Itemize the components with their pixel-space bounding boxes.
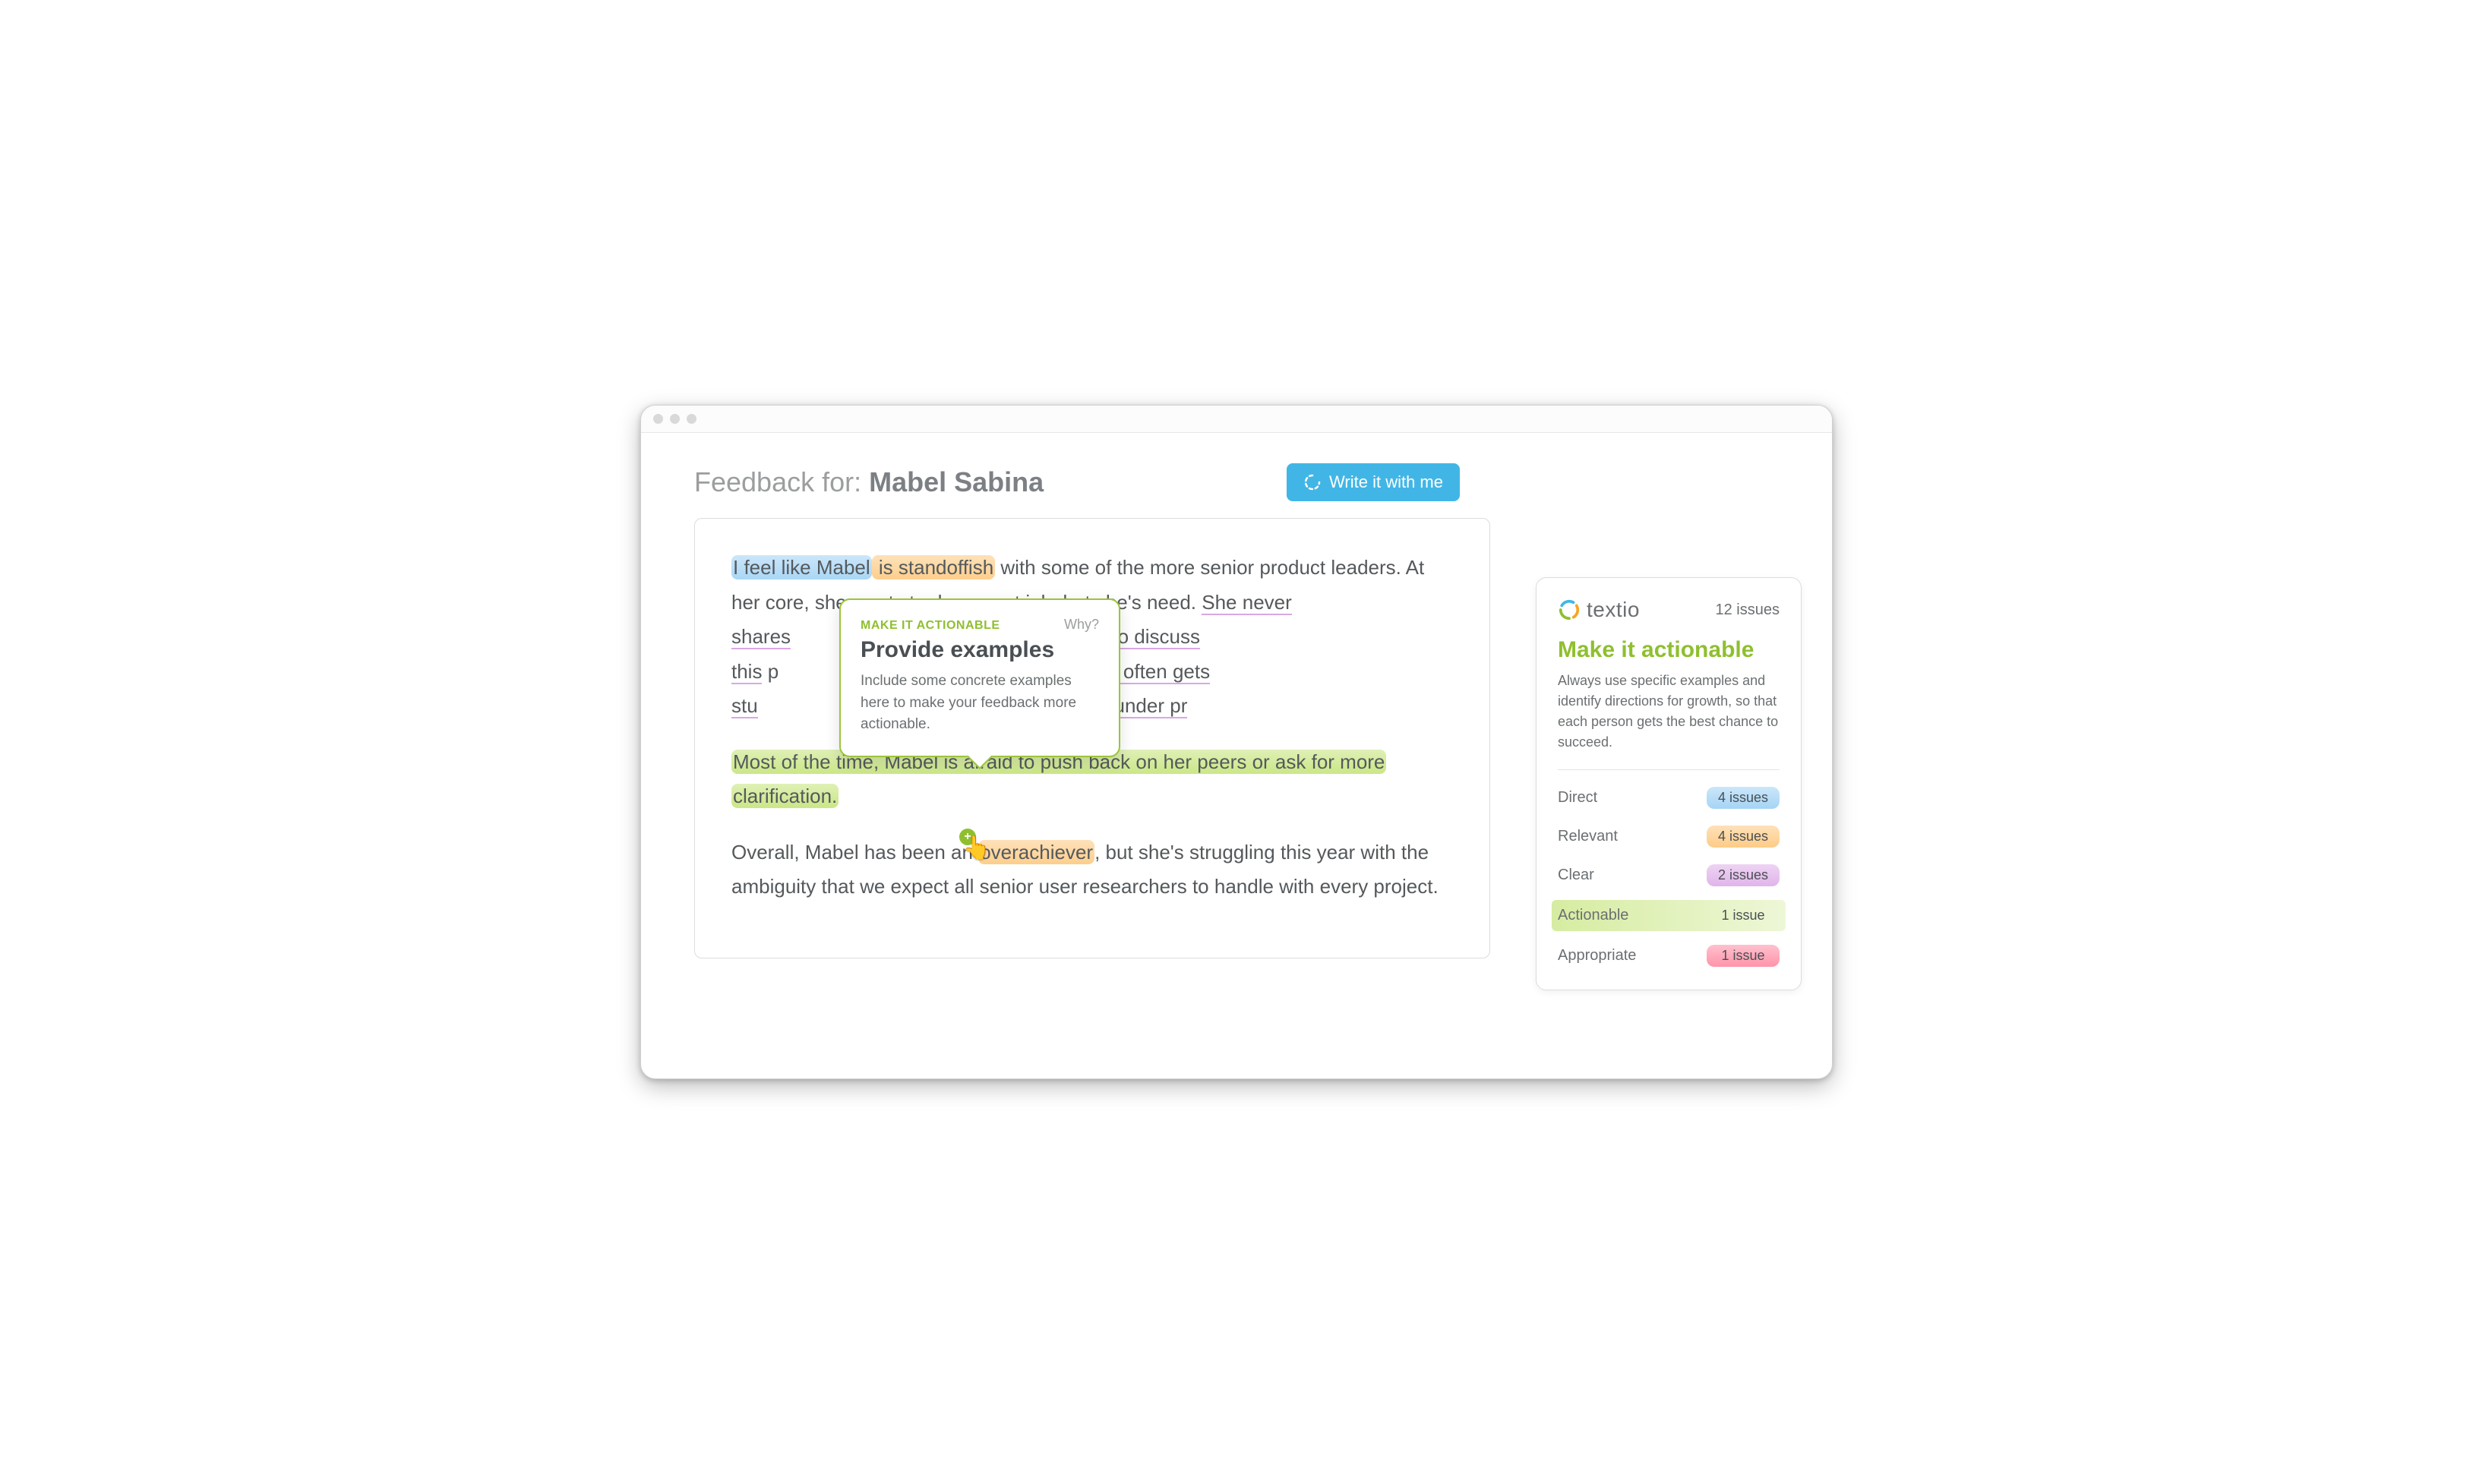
category-count-badge: 2 issues (1707, 864, 1780, 886)
brand-name: textio (1587, 598, 1640, 622)
popover-category: MAKE IT ACTIONABLE (861, 619, 1000, 633)
category-label: Appropriate (1558, 947, 1636, 965)
text: Overall, Mabel has been an (731, 841, 978, 864)
window-titlebar (641, 406, 1832, 433)
sidebar-description: Always use specific examples and identif… (1558, 671, 1780, 753)
editor-card: I feel like Mabel is standoffish with so… (694, 518, 1490, 958)
highlight-actionable[interactable]: Most of the time, Mabel is afraid to pus… (731, 750, 1386, 809)
sidebar-column: textio 12 issues Make it actionable Alwa… (1536, 463, 1802, 1078)
write-with-me-button[interactable]: Write it with me (1287, 463, 1460, 501)
main-column: Feedback for: Mabel Sabina Write it with… (694, 463, 1490, 1078)
traffic-light-zoom[interactable] (687, 414, 696, 424)
textio-logo-icon (1558, 598, 1581, 621)
category-count-badge: 1 issue (1707, 905, 1780, 927)
popover-body: Include some concrete examples here to m… (861, 671, 1099, 736)
page-title-name: Mabel Sabina (869, 466, 1044, 497)
category-clear[interactable]: Clear 2 issues (1558, 861, 1780, 889)
page-title-prefix: Feedback for: (694, 466, 869, 497)
category-label: Actionable (1558, 907, 1628, 924)
spinner-icon (1303, 473, 1322, 491)
popover-title: Provide examples (861, 637, 1099, 663)
app-window: Feedback for: Mabel Sabina Write it with… (640, 405, 1833, 1079)
page-title: Feedback for: Mabel Sabina (694, 466, 1044, 498)
brand-row: textio 12 issues (1558, 598, 1780, 622)
category-list: Direct 4 issues Relevant 4 issues Clear … (1558, 784, 1780, 970)
highlight-direct[interactable]: I feel like Mabel (731, 555, 872, 579)
category-count-badge: 4 issues (1707, 826, 1780, 848)
popover-header: MAKE IT ACTIONABLE Why? (861, 617, 1099, 633)
category-count-badge: 4 issues (1707, 787, 1780, 809)
category-label: Clear (1558, 867, 1594, 884)
sidebar-title: Make it actionable (1558, 637, 1780, 663)
total-issue-count: 12 issues (1716, 601, 1780, 619)
traffic-light-close[interactable] (653, 414, 663, 424)
pointer-cursor-icon: 👆 (962, 835, 990, 861)
brand: textio (1558, 598, 1640, 622)
category-label: Relevant (1558, 828, 1618, 845)
category-appropriate[interactable]: Appropriate 1 issue (1558, 942, 1780, 970)
category-label: Direct (1558, 789, 1597, 807)
divider (1558, 769, 1780, 770)
category-relevant[interactable]: Relevant 4 issues (1558, 823, 1780, 851)
category-direct[interactable]: Direct 4 issues (1558, 784, 1780, 812)
highlight-relevant[interactable]: is standoffish (872, 555, 996, 579)
suggestion-popover: MAKE IT ACTIONABLE Why? Provide examples… (839, 598, 1120, 757)
insights-card: textio 12 issues Make it actionable Alwa… (1536, 577, 1802, 990)
header-row: Feedback for: Mabel Sabina Write it with… (694, 463, 1490, 501)
write-button-label: Write it with me (1329, 472, 1443, 492)
category-count-badge: 1 issue (1707, 945, 1780, 967)
traffic-light-minimize[interactable] (670, 414, 680, 424)
popover-why-link[interactable]: Why? (1064, 617, 1099, 633)
highlight-relevant[interactable]: overachiever (978, 840, 1094, 864)
app-body: Feedback for: Mabel Sabina Write it with… (641, 433, 1832, 1078)
paragraph-3: Overall, Mabel has been an overachiever,… (731, 835, 1453, 905)
text: need. (1147, 591, 1202, 614)
category-actionable[interactable]: Actionable 1 issue (1552, 900, 1786, 931)
